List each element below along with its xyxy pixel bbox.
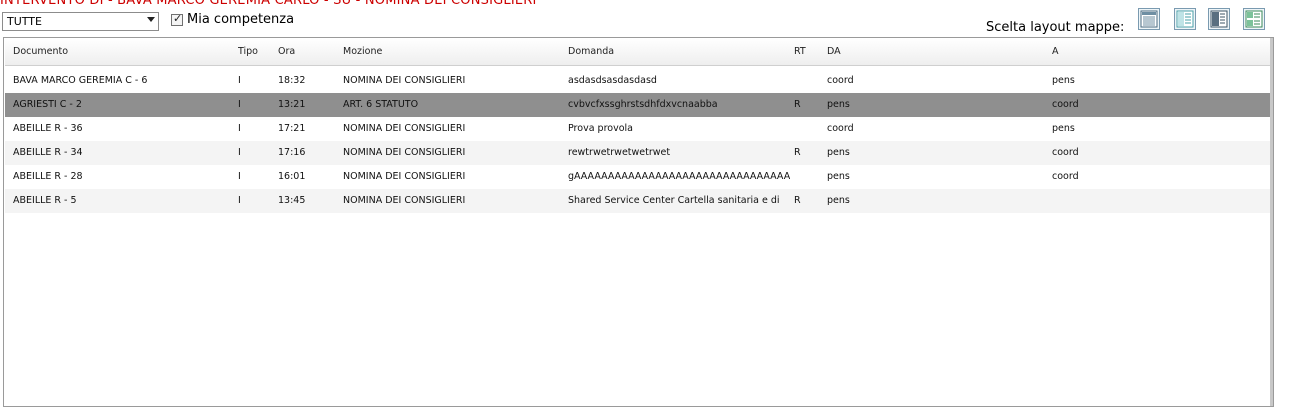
layout-1-icon bbox=[1140, 10, 1158, 28]
table-row[interactable]: ABEILLE R - 5 I 13:45 NOMINA DEI CONSIGL… bbox=[5, 189, 1270, 213]
table-row-selected[interactable]: AGRIESTI C - 2 I 13:21 ART. 6 STATUTO cv… bbox=[5, 93, 1270, 117]
cell-mozione: NOMINA DEI CONSIGLIERI bbox=[343, 171, 466, 182]
header-documento[interactable]: Documento bbox=[13, 39, 233, 65]
header-rt[interactable]: RT bbox=[794, 39, 819, 65]
cell-rt: R bbox=[794, 195, 801, 206]
competenza-label[interactable]: Mia competenza bbox=[187, 12, 294, 28]
cell-ora: 17:16 bbox=[278, 147, 306, 158]
layout-button-3[interactable] bbox=[1208, 8, 1230, 30]
layout-4-icon bbox=[1245, 10, 1263, 28]
cell-ora: 13:21 bbox=[278, 99, 306, 110]
layout-button-2[interactable] bbox=[1174, 8, 1196, 30]
cell-da: pens bbox=[827, 171, 850, 182]
cell-tipo: I bbox=[238, 147, 241, 158]
check-icon: ✓ bbox=[173, 12, 183, 25]
cell-documento: ABEILLE R - 28 bbox=[13, 171, 83, 182]
header-ora[interactable]: Ora bbox=[278, 39, 333, 65]
interventions-grid[interactable]: Documento Tipo Ora Mozione Domanda RT DA… bbox=[3, 37, 1274, 407]
cell-tipo: I bbox=[238, 123, 241, 134]
cell-a: coord bbox=[1052, 99, 1079, 110]
cell-mozione: ART. 6 STATUTO bbox=[343, 99, 419, 110]
cell-tipo: I bbox=[238, 171, 241, 182]
cell-mozione: NOMINA DEI CONSIGLIERI bbox=[343, 75, 466, 86]
layout-button-1[interactable] bbox=[1138, 8, 1160, 30]
grid-header: Documento Tipo Ora Mozione Domanda RT DA… bbox=[5, 39, 1270, 66]
cell-documento: ABEILLE R - 5 bbox=[13, 195, 77, 206]
grid-scrollbar[interactable] bbox=[1270, 38, 1273, 406]
cell-da: pens bbox=[827, 195, 850, 206]
cell-tipo: I bbox=[238, 99, 241, 110]
cell-a: pens bbox=[1052, 123, 1075, 134]
cell-ora: 18:32 bbox=[278, 75, 306, 86]
cell-domanda: rewtrwetrwetwetrwet bbox=[568, 147, 671, 158]
filter-select-value: TUTTE bbox=[7, 15, 42, 28]
chevron-down-icon[interactable] bbox=[147, 17, 155, 22]
header-a[interactable]: A bbox=[1052, 39, 1252, 65]
layout-3-icon bbox=[1210, 10, 1228, 28]
cell-da: pens bbox=[827, 147, 850, 158]
layout-2-icon bbox=[1176, 10, 1194, 28]
cell-domanda: asdasdsasdasdasd bbox=[568, 75, 657, 86]
cell-documento: ABEILLE R - 36 bbox=[13, 123, 83, 134]
cell-da: coord bbox=[827, 75, 854, 86]
table-row[interactable]: ABEILLE R - 34 I 17:16 NOMINA DEI CONSIG… bbox=[5, 141, 1270, 165]
layout-label: Scelta layout mappe: bbox=[986, 20, 1125, 35]
header-tipo[interactable]: Tipo bbox=[238, 39, 268, 65]
cell-tipo: I bbox=[238, 195, 241, 206]
table-row[interactable]: BAVA MARCO GEREMIA C - 6 I 18:32 NOMINA … bbox=[5, 69, 1270, 93]
cell-mozione: NOMINA DEI CONSIGLIERI bbox=[343, 147, 466, 158]
cell-mozione: NOMINA DEI CONSIGLIERI bbox=[343, 195, 466, 206]
cell-ora: 13:45 bbox=[278, 195, 306, 206]
cell-mozione: NOMINA DEI CONSIGLIERI bbox=[343, 123, 466, 134]
cell-domanda: cvbvcfxssghrstsdhfdxvcnaabba bbox=[568, 99, 718, 110]
page-title: INTERVENTO DI - BAVA MARCO GEREMIA CARLO… bbox=[0, 0, 537, 8]
header-mozione[interactable]: Mozione bbox=[343, 39, 563, 65]
layout-button-4[interactable] bbox=[1243, 8, 1265, 30]
cell-domanda: Shared Service Center Cartella sanitaria… bbox=[568, 195, 780, 206]
cell-a: coord bbox=[1052, 147, 1079, 158]
table-row[interactable]: ABEILLE R - 28 I 16:01 NOMINA DEI CONSIG… bbox=[5, 165, 1270, 189]
filter-select[interactable]: TUTTE bbox=[2, 12, 159, 31]
header-domanda[interactable]: Domanda bbox=[568, 39, 790, 65]
cell-ora: 16:01 bbox=[278, 171, 306, 182]
cell-ora: 17:21 bbox=[278, 123, 306, 134]
cell-documento: ABEILLE R - 34 bbox=[13, 147, 83, 158]
cell-a: coord bbox=[1052, 171, 1079, 182]
cell-documento: AGRIESTI C - 2 bbox=[13, 99, 82, 110]
cell-rt: R bbox=[794, 99, 801, 110]
cell-da: pens bbox=[827, 99, 850, 110]
table-row[interactable]: ABEILLE R - 36 I 17:21 NOMINA DEI CONSIG… bbox=[5, 117, 1270, 141]
header-da[interactable]: DA bbox=[827, 39, 1047, 65]
cell-tipo: I bbox=[238, 75, 241, 86]
cell-a: pens bbox=[1052, 75, 1075, 86]
competenza-checkbox[interactable]: ✓ bbox=[171, 12, 183, 26]
cell-domanda: Prova provola bbox=[568, 123, 633, 134]
cell-domanda: gAAAAAAAAAAAAAAAAAAAAAAAAAAAAAAAAAAAA bbox=[568, 171, 790, 182]
cell-da: coord bbox=[827, 123, 854, 134]
cell-documento: BAVA MARCO GEREMIA C - 6 bbox=[13, 75, 148, 86]
cell-rt: R bbox=[794, 147, 801, 158]
